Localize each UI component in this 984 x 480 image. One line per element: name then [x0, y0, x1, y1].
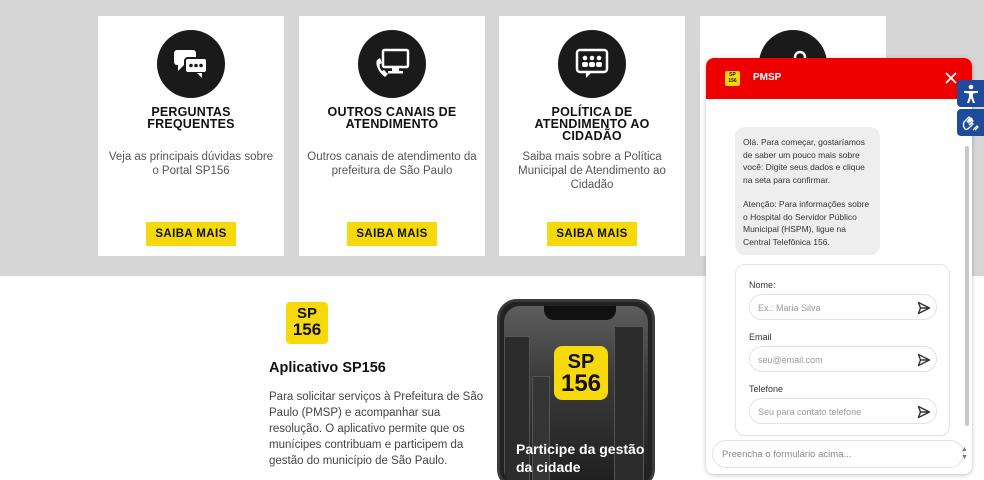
- name-field: [749, 294, 937, 320]
- phone-tagline: Participe da gestão da cidade: [516, 441, 645, 475]
- chat-input-field: [712, 440, 964, 468]
- logo-text-156: 156: [292, 320, 322, 339]
- logo-text-156: 156: [728, 78, 737, 84]
- phone-mockup: SP 156 Participe da gestão da cidade: [497, 299, 655, 480]
- card-outros-canais: OUTROS CANAIS DE ATENDIMENTO Outros cana…: [299, 16, 485, 256]
- card-politica-atendimento: POLÍTICA DE ATENDIMENTO AO CIDADÃO Saiba…: [499, 16, 685, 256]
- bot-message-text: Olá. Para começar, gostaríamos de saber …: [743, 137, 865, 185]
- email-input[interactable]: [758, 352, 908, 367]
- logo-text-sp: SP: [296, 305, 317, 322]
- resize-arrows-icon: ▲ ▼: [961, 446, 968, 461]
- sign-language-hands-icon: [962, 115, 979, 130]
- page: PERGUNTAS FREQUENTES Veja as principais …: [0, 0, 984, 480]
- contact-form: Nome: Email Telefone: [735, 264, 950, 436]
- chat-title: PMSP: [753, 72, 782, 83]
- chat-scrollbar[interactable]: [965, 146, 969, 426]
- logo-text-sp: SP: [567, 351, 595, 373]
- card-title: POLÍTICA DE ATENDIMENTO AO CIDADÃO: [534, 105, 650, 143]
- send-icon[interactable]: [917, 405, 931, 419]
- bot-message: Olá. Para começar, gostaríamos de saber …: [735, 127, 880, 255]
- saiba-mais-button[interactable]: SAIBA MAIS: [547, 222, 637, 246]
- sp156-logo: SP 156: [725, 71, 740, 86]
- bot-message-warning: Atenção: Para informações sobre o Hospit…: [743, 199, 870, 247]
- phone-notch: [544, 306, 616, 320]
- phone-monitor-icon: [358, 30, 426, 98]
- accessibility-button[interactable]: [957, 80, 984, 107]
- card-description: Veja as principais dúvidas sobre o Porta…: [108, 151, 274, 177]
- logo-text-156: 156: [560, 370, 602, 397]
- accessibility-icon: [963, 84, 978, 103]
- chat-widget: SP 156 PMSP Olá. Para começar, gostaríam…: [706, 58, 972, 474]
- email-field: [749, 346, 937, 372]
- card-description: Outros canais de atendimento da prefeitu…: [307, 151, 477, 177]
- chat-header: SP 156 PMSP: [706, 58, 972, 99]
- email-label: Email: [749, 332, 772, 342]
- saiba-mais-button[interactable]: SAIBA MAIS: [146, 222, 236, 246]
- card-title: PERGUNTAS FREQUENTES: [147, 105, 235, 131]
- send-icon[interactable]: [917, 301, 931, 315]
- phone-screen: SP 156 Participe da gestão da cidade: [504, 306, 648, 480]
- group-icon: [558, 30, 626, 98]
- chat-message-input[interactable]: [722, 447, 942, 462]
- sp156-logo: SP 156: [554, 346, 608, 400]
- phone-label: Telefone: [749, 384, 784, 394]
- sign-language-button[interactable]: [957, 109, 984, 136]
- card-perguntas-frequentes: PERGUNTAS FREQUENTES Veja as principais …: [98, 16, 284, 256]
- send-icon[interactable]: [917, 353, 931, 367]
- phone-field: [749, 398, 937, 424]
- saiba-mais-button[interactable]: SAIBA MAIS: [347, 222, 437, 246]
- name-input[interactable]: [758, 300, 908, 315]
- card-description: Saiba mais sobre a Política Municipal de…: [518, 151, 666, 191]
- app-description: Para solicitar serviços à Prefeitura de …: [269, 391, 484, 467]
- app-title: Aplicativo SP156: [269, 360, 386, 376]
- chat-bubbles-icon: [157, 30, 225, 98]
- name-label: Nome:: [749, 280, 776, 290]
- sp156-logo: SP 156: [286, 302, 328, 344]
- phone-input[interactable]: [758, 404, 908, 419]
- card-title: OUTROS CANAIS DE ATENDIMENTO: [327, 105, 457, 131]
